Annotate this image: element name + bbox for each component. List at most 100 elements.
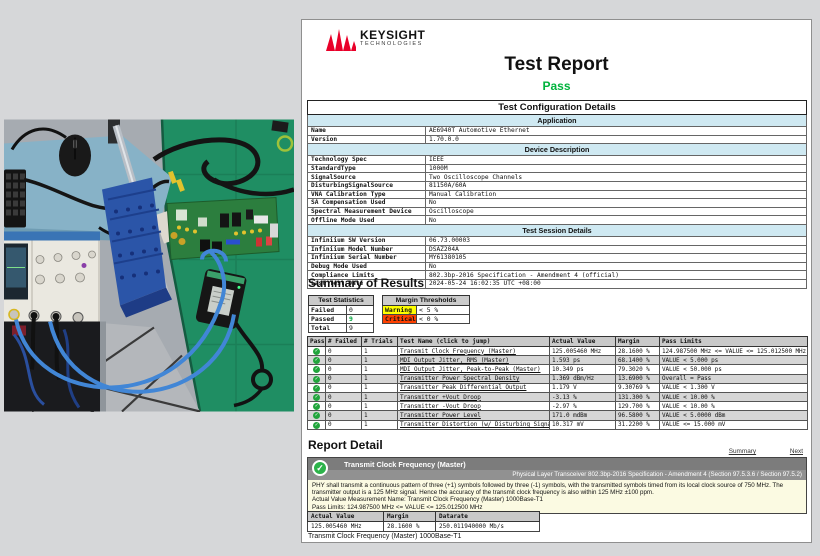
config-key: Infiniium Serial Number	[308, 254, 426, 263]
threshold-value: < 0 %	[417, 315, 470, 324]
margin-thresholds-title: Margin Thresholds	[383, 296, 470, 306]
stat-label: Total	[309, 324, 347, 333]
test-name-link[interactable]: MDI Output Jitter, Peak-to-Peak (Master)	[400, 366, 541, 373]
result-margin-cell: 68.1400 %	[616, 356, 660, 365]
test-name-link[interactable]: Transmitter +Vout Droop	[400, 394, 481, 401]
results-column-header: # Failed	[326, 337, 362, 347]
config-value: No	[426, 199, 807, 208]
pass-check-icon: ✓	[313, 385, 320, 392]
result-actual-cell: -2.97 %	[550, 402, 616, 411]
config-value: Two Oscilloscope Channels	[426, 173, 807, 182]
result-margin-cell: 13.6900 %	[616, 374, 660, 383]
result-actual-cell: -3.13 %	[550, 392, 616, 401]
config-value: 06.73.00003	[426, 236, 807, 245]
threshold-label: Warning	[383, 306, 417, 315]
config-row: Technology SpecIEEE	[308, 156, 807, 165]
detail-test-title: Transmit Clock Frequency (Master)	[344, 460, 466, 469]
result-trials-cell: 1	[362, 347, 398, 356]
result-limits-cell: 124.987500 MHz <= VALUE <= 125.012500 MH…	[660, 347, 808, 356]
test-name-link[interactable]: Transmitter Peak Differential Output	[400, 384, 526, 391]
stat-row: Passed9	[309, 315, 374, 324]
threshold-label: Critical	[383, 315, 417, 324]
summary-link[interactable]: Summary	[729, 448, 756, 455]
results-table: Pass# Failed# TrialsTest Name (click to …	[307, 336, 808, 430]
detail-result-column-header: Datarate	[436, 512, 540, 522]
pass-check-icon: ✓	[313, 422, 320, 429]
pass-check-icon: ✓	[313, 412, 320, 419]
result-limits-cell: VALUE < 1.300 V	[660, 383, 808, 392]
threshold-row: Warning< 5 %	[383, 306, 470, 315]
config-row: Offline Mode UsedNo	[308, 216, 807, 225]
result-trials-cell: 1	[362, 420, 398, 429]
result-margin-cell: 129.700 %	[616, 402, 660, 411]
detail-result-column-header: Actual Value	[308, 512, 384, 522]
result-name-cell: Transmitter Power Spectral Density	[398, 374, 550, 383]
stat-row: Total9	[309, 324, 374, 333]
detail-spec-reference: Physical Layer Transceiver 802.3bp-2016 …	[308, 470, 806, 480]
detail-result-header-row: Actual ValueMarginDatarate	[308, 512, 540, 522]
result-pass-cell: ✓	[308, 356, 326, 365]
result-failed-cell: 0	[326, 420, 362, 429]
config-row: NameAE6940T Automotive Ethernet	[308, 127, 807, 136]
report-title: Test Report	[302, 54, 811, 76]
results-column-header: Actual Value	[550, 337, 616, 347]
result-name-cell: Transmitter -Vout Droop	[398, 402, 550, 411]
config-key: Technology Spec	[308, 156, 426, 165]
result-name-cell: Transmitter Power Level	[398, 411, 550, 420]
result-name-cell: Transmitter Peak Differential Output	[398, 383, 550, 392]
config-value: AE6940T Automotive Ethernet	[426, 127, 807, 136]
result-pass-cell: ✓	[308, 420, 326, 429]
result-failed-cell: 0	[326, 411, 362, 420]
result-pass-cell: ✓	[308, 383, 326, 392]
config-key: DisturbingSignalSource	[308, 181, 426, 190]
detail-description-line: PHY shall transmit a continuous pattern …	[312, 482, 802, 496]
result-trials-cell: 1	[362, 365, 398, 374]
result-limits-cell: VALUE < 10.00 %	[660, 402, 808, 411]
result-row: ✓01Transmitter Peak Differential Output1…	[308, 383, 808, 392]
config-key: Debug Mode Used	[308, 262, 426, 271]
results-column-header: Margin	[616, 337, 660, 347]
lab-bench-photo	[4, 119, 294, 412]
result-trials-cell: 1	[362, 392, 398, 401]
config-value: 81150A/60A	[426, 181, 807, 190]
stat-row: Failed0	[309, 306, 374, 315]
test-name-link[interactable]: Transmitter Power Level	[400, 412, 481, 419]
result-name-cell: Transmitter +Vout Droop	[398, 392, 550, 401]
result-actual-cell: 1.593 ps	[550, 356, 616, 365]
result-pass-cell: ✓	[308, 411, 326, 420]
config-row: SA Compensation UsedNo	[308, 199, 807, 208]
result-name-cell: Transmitter Distortion (w/ Disturbing Si…	[398, 420, 550, 429]
results-body: ✓01Transmit Clock Frequency (Master)125.…	[308, 347, 808, 430]
pass-check-icon: ✓	[313, 403, 320, 410]
config-value: Oscilloscope	[426, 207, 807, 216]
result-failed-cell: 0	[326, 356, 362, 365]
detail-description-line: Actual Value Measurement Name: Transmit …	[312, 496, 802, 503]
detail-description-line: Pass Limits: 124.987500 MHz <= VALUE <= …	[312, 504, 802, 511]
summary-heading: Summary of Results	[308, 276, 424, 290]
result-margin-cell: 96.5800 %	[616, 411, 660, 420]
config-section-row: Device Description	[308, 144, 807, 156]
test-name-link[interactable]: Transmit Clock Frequency (Master)	[400, 348, 516, 355]
detail-title-bar: ✓ Transmit Clock Frequency (Master)	[308, 458, 806, 470]
config-row: SignalSourceTwo Oscilloscope Channels	[308, 173, 807, 182]
results-header-row: Pass# Failed# TrialsTest Name (click to …	[308, 337, 808, 347]
test-name-link[interactable]: Transmitter Distortion (w/ Disturbing Si…	[400, 421, 550, 428]
result-trials-cell: 1	[362, 356, 398, 365]
detail-result-value: 28.1600 %	[384, 522, 436, 532]
result-failed-cell: 0	[326, 392, 362, 401]
result-name-cell: Transmit Clock Frequency (Master)	[398, 347, 550, 356]
result-row: ✓01MDI Output Jitter, RMS (Master) 1.593 …	[308, 356, 808, 365]
result-row: ✓01Transmit Clock Frequency (Master)125.…	[308, 347, 808, 356]
next-link[interactable]: Next	[790, 448, 803, 455]
result-row: ✓01Transmitter +Vout Droop-3.13 %131.300…	[308, 392, 808, 401]
test-name-link[interactable]: Transmitter -Vout Droop	[400, 403, 481, 410]
config-table: Test Configuration Details ApplicationNa…	[307, 100, 807, 289]
config-value: 2024-05-24 16:02:35 UTC +08:00	[426, 279, 807, 288]
results-column-header: Pass Limits	[660, 337, 808, 347]
config-row: Infiniium Serial NumberMY61380105	[308, 254, 807, 263]
result-row: ✓01Transmitter Power Spectral Density1.3…	[308, 374, 808, 383]
test-name-link[interactable]: MDI Output Jitter, RMS (Master)	[400, 357, 509, 364]
stat-value: 9	[347, 315, 374, 324]
test-name-link[interactable]: Transmitter Power Spectral Density	[400, 375, 519, 382]
config-key: Infiniium Model Number	[308, 245, 426, 254]
